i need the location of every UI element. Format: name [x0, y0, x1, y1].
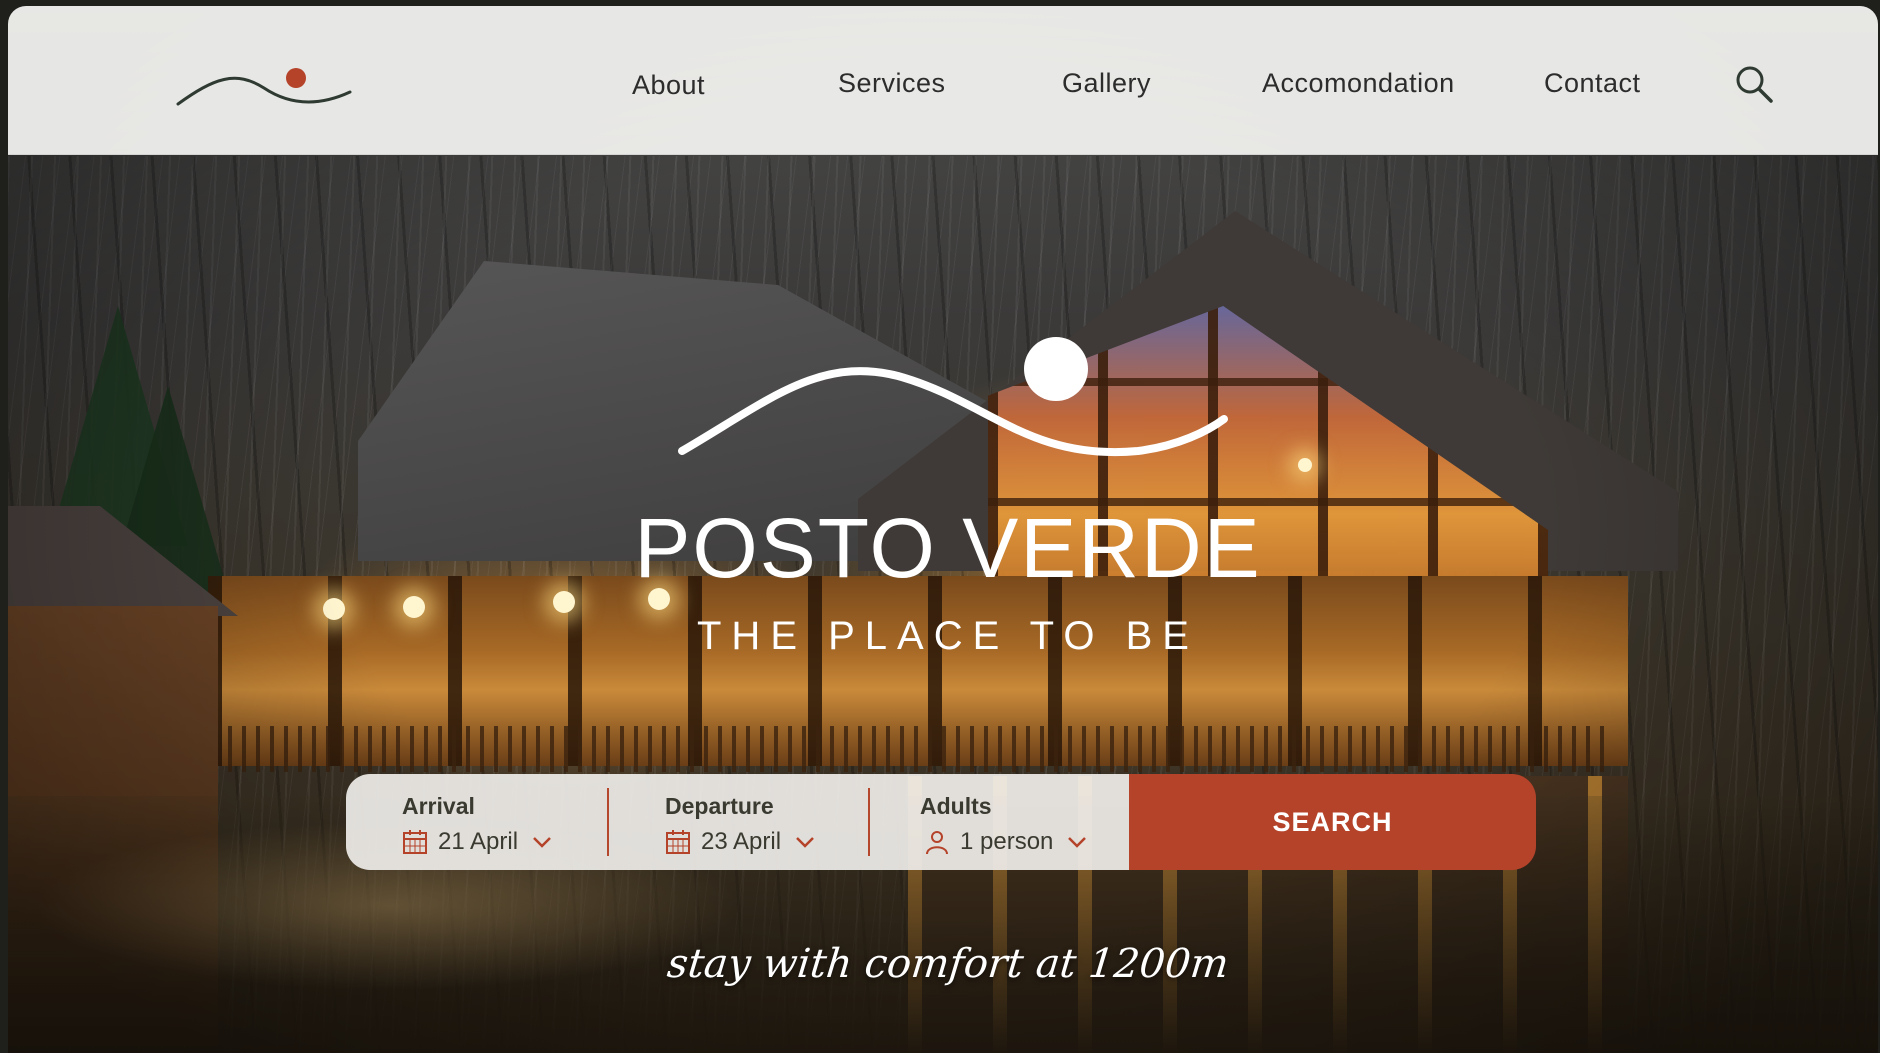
adults-label: Adults — [920, 793, 992, 819]
booking-form: Arrival 21 April Departure 23 April Adul… — [346, 774, 1536, 870]
chevron-down-icon[interactable] — [1067, 835, 1087, 849]
person-icon — [926, 831, 948, 855]
departure-label: Departure — [665, 793, 774, 819]
nav-contact[interactable]: Contact — [1544, 68, 1641, 99]
arrival-field[interactable]: Arrival 21 April — [346, 774, 607, 870]
nav-services[interactable]: Services — [838, 68, 946, 99]
adults-value-row: 1 person — [924, 828, 1087, 856]
brand-title: POSTO VERDE — [634, 501, 1262, 595]
nav-gallery[interactable]: Gallery — [1062, 68, 1151, 99]
search-button[interactable]: SEARCH — [1129, 774, 1536, 870]
chevron-down-icon[interactable] — [795, 835, 815, 849]
booking-fields: Arrival 21 April Departure 23 April Adul… — [346, 774, 1129, 870]
page-frame: About Services Gallery Accomondation Con… — [8, 6, 1878, 1053]
tagline: stay with comfort at 1200m — [665, 941, 1231, 987]
calendar-icon — [403, 830, 427, 854]
chevron-down-icon[interactable] — [532, 835, 552, 849]
brand-subtitle: THE PLACE TO BE — [697, 614, 1199, 658]
arrival-value: 21 April — [438, 828, 519, 855]
calendar-icon — [666, 830, 690, 854]
logo-icon[interactable] — [174, 58, 354, 114]
site-header: About Services Gallery Accomondation Con… — [8, 6, 1878, 155]
adults-value: 1 person — [960, 828, 1054, 855]
departure-value-row: 23 April — [665, 828, 815, 856]
arrival-label: Arrival — [402, 793, 475, 819]
nav-accomodation[interactable]: Accomondation — [1262, 68, 1455, 99]
adults-field[interactable]: Adults 1 person — [868, 774, 1129, 870]
departure-field[interactable]: Departure 23 April — [607, 774, 868, 870]
search-icon[interactable] — [1734, 64, 1774, 104]
nav-about[interactable]: About — [632, 70, 705, 101]
arrival-value-row: 21 April — [402, 828, 552, 856]
brand-logo-icon — [678, 337, 1228, 457]
departure-value: 23 April — [701, 828, 782, 855]
